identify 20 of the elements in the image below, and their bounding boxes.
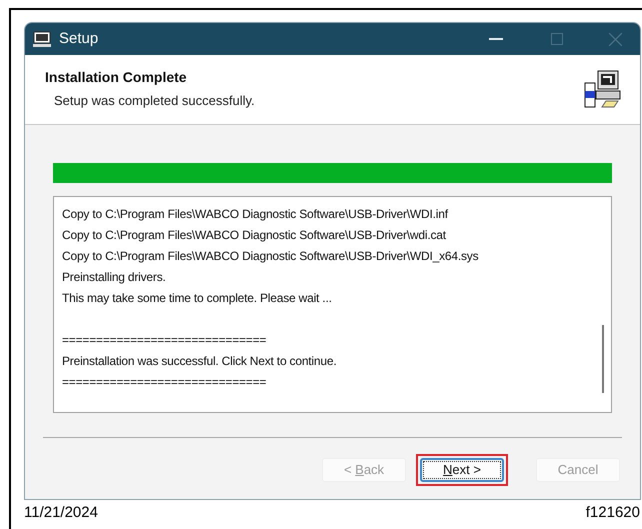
maximize-icon[interactable] — [551, 33, 563, 45]
log-line: Copy to C:\Program Files\WABCO Diagnostic Software\USB-Driver\wdi.cat — [62, 226, 446, 244]
log-line: ============================== — [62, 332, 266, 348]
log-line: Preinstalling drivers. — [62, 268, 166, 286]
scrollbar-thumb[interactable] — [602, 325, 604, 393]
log-line: ============================== — [62, 374, 266, 390]
figure-id: f121620 — [586, 503, 640, 523]
header-subtitle: Setup was completed successfully. — [53, 92, 256, 110]
close-icon[interactable] — [609, 32, 622, 46]
dialog-button[interactable]: Next > — [420, 458, 504, 482]
computer-install-icon — [582, 69, 622, 109]
log-line: Copy to C:\Program Files\WABCO Diagnostic Software\USB-Driver\WDI.inf — [62, 206, 448, 222]
caption-date: 11/21/2024 — [24, 503, 98, 523]
header-title: Installation Complete — [45, 68, 188, 87]
log-line: Preinstallation was successful. Click Next to continue. — [62, 352, 336, 370]
minimize-icon[interactable] — [489, 38, 503, 40]
setup-app-icon — [33, 31, 51, 47]
log-line: Copy to C:\Program Files\WABCO Diagnostic Software\USB-Driver\WDI_x64.sys — [62, 248, 478, 264]
window-title: Setup — [59, 28, 98, 49]
log-line: This may take some time to complete. Please wait ... — [62, 290, 332, 306]
